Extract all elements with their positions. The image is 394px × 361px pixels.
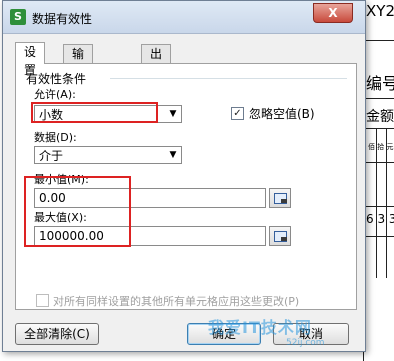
data-dropdown[interactable]: 介于 ▼ xyxy=(34,146,182,164)
watermark-logo: 我爱IT技术网 xyxy=(208,318,312,337)
allow-label: 允许(A): xyxy=(34,88,76,101)
tab-input-message[interactable]: 输入信息 xyxy=(63,44,94,115)
apply-to-all-label: 对所有同样设置的其他所有单元格应用这些更改(P) xyxy=(53,295,300,308)
sheet-cell-text: XY2 xyxy=(366,2,394,20)
settings-panel: 有效性条件 允许(A): 小数 ▼ ✓ 忽略空值(B) 数据(D): 介于 ▼ … xyxy=(15,63,357,310)
dialog-title: 数据有效性 xyxy=(32,12,93,26)
watermark-url: 52ij.com xyxy=(286,338,325,348)
close-button[interactable]: X xyxy=(313,3,353,23)
data-value: 介于 xyxy=(39,149,64,163)
clear-all-button[interactable]: 全部清除(C) xyxy=(15,323,99,345)
tab-error-alert[interactable]: 出错警告 xyxy=(141,44,172,115)
app-icon: S xyxy=(10,9,26,25)
ignore-blank-label: 忽略空值(B) xyxy=(249,107,315,121)
allow-highlight xyxy=(31,102,158,123)
sheet-cell-text: 金额 xyxy=(366,109,394,125)
range-picker-icon xyxy=(274,231,287,242)
min-max-highlight xyxy=(24,176,131,247)
range-picker-icon xyxy=(274,193,287,204)
group-divider xyxy=(110,78,347,79)
data-validation-dialog: S 数据有效性 X 设置 输入信息 出错警告 有效性条件 允许(A): 小数 ▼… xyxy=(2,0,366,352)
tab-settings[interactable]: 设置 xyxy=(15,42,46,77)
range-picker-button[interactable] xyxy=(269,226,291,246)
chevron-down-icon: ▼ xyxy=(169,109,177,119)
ignore-blank-checkbox[interactable]: ✓ xyxy=(231,107,244,120)
range-picker-button[interactable] xyxy=(269,188,291,208)
sheet-cell-text: 6 3 3 xyxy=(366,212,394,226)
apply-to-all-checkbox[interactable] xyxy=(36,294,49,307)
data-label: 数据(D): xyxy=(34,131,77,144)
chevron-down-icon: ▼ xyxy=(169,150,177,160)
sheet-cell-text: 佰 拾 元 xyxy=(368,143,394,151)
dialog-titlebar[interactable]: S 数据有效性 X xyxy=(3,1,365,34)
sheet-cell-text: 编号 xyxy=(366,74,394,93)
